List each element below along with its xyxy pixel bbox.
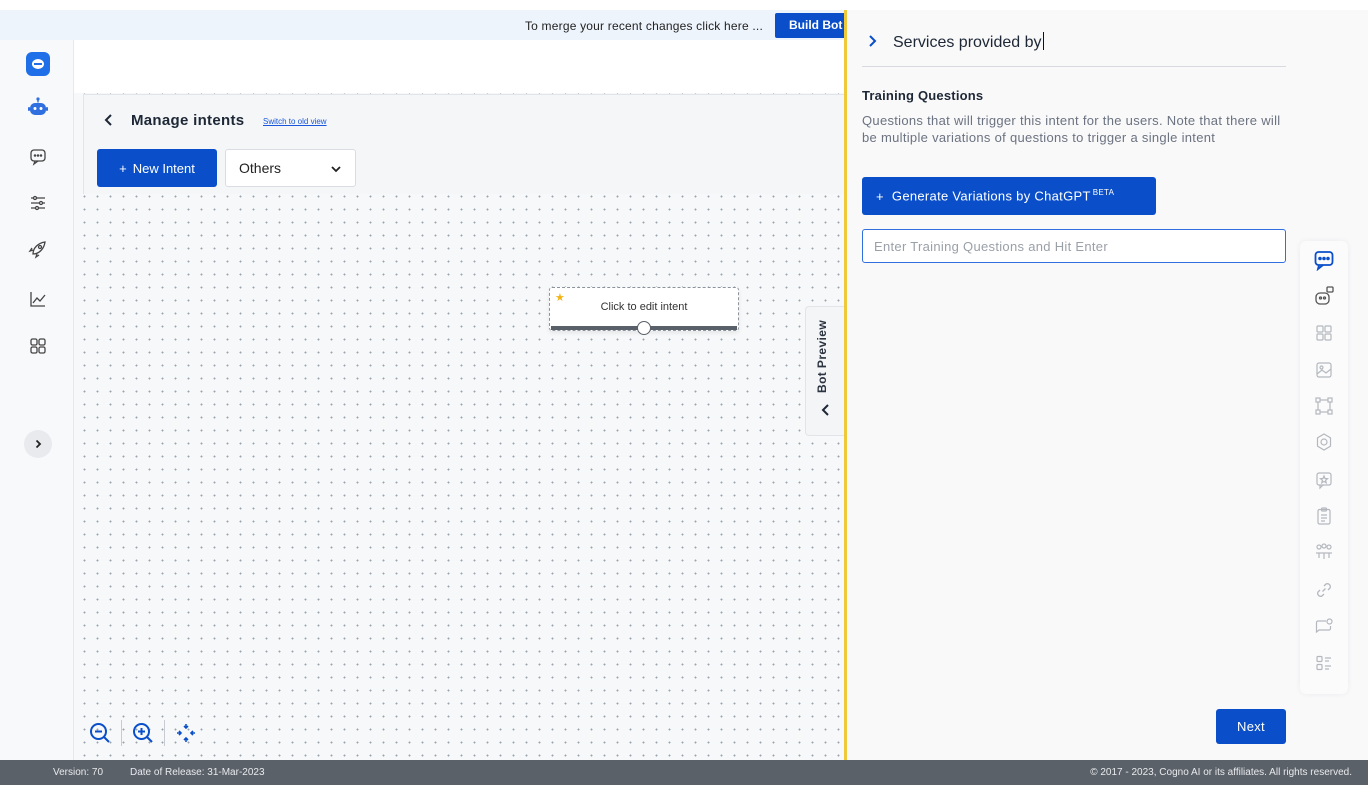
switch-old-view-link[interactable]: Switch to old view [263, 117, 327, 126]
crop-icon[interactable] [1313, 395, 1335, 417]
left-sidebar [0, 40, 74, 760]
settings-icon[interactable] [1313, 431, 1335, 453]
zoom-out-icon[interactable] [85, 718, 115, 748]
next-button[interactable]: Next [1216, 709, 1286, 744]
clipboard-icon[interactable] [1313, 505, 1335, 527]
plus-icon: + [876, 188, 884, 204]
chat-icon[interactable] [27, 146, 49, 168]
zoom-controls [85, 716, 201, 750]
bot-preview-label: Bot Preview [815, 319, 829, 393]
training-questions-title: Training Questions [862, 88, 984, 103]
zoom-in-icon[interactable] [128, 718, 158, 748]
app-root: To merge your recent changes click here … [0, 0, 1368, 785]
response-tool-rail [1300, 241, 1348, 694]
release-date-text: Date of Release: 31-Mar-2023 [130, 767, 265, 778]
generate-variations-label: Generate Variations by ChatGPT [891, 188, 1091, 204]
list-icon[interactable] [1313, 652, 1335, 674]
merge-message-link[interactable]: To merge your recent changes click here … [525, 19, 763, 33]
bot-preview-toggle[interactable]: Bot Preview [805, 306, 846, 436]
intent-node-connector[interactable] [637, 321, 651, 335]
grid-icon[interactable] [1313, 322, 1335, 344]
build-bot-button[interactable]: Build Bot [775, 13, 846, 38]
intent-node[interactable]: ★ Click to edit intent [549, 287, 739, 335]
collapse-panel-icon[interactable] [866, 33, 880, 54]
divider-line [862, 66, 1286, 67]
link-icon[interactable] [1313, 579, 1335, 601]
training-question-input[interactable] [862, 229, 1286, 263]
category-value: Others [239, 160, 282, 176]
bot-icon[interactable] [27, 96, 49, 118]
message-icon[interactable] [1313, 249, 1335, 271]
bot-card-icon[interactable] [1313, 285, 1335, 307]
fit-view-icon[interactable] [171, 718, 201, 748]
zoom-separator [164, 720, 165, 746]
rocket-icon[interactable] [27, 238, 49, 260]
team-icon[interactable] [1313, 541, 1335, 563]
merge-bar: To merge your recent changes click here … [0, 10, 846, 40]
generate-variations-button[interactable]: + Generate Variations by ChatGPT BETA [862, 177, 1156, 215]
chevron-left-icon [821, 404, 829, 416]
category-select[interactable]: Others [225, 149, 356, 187]
sliders-icon[interactable] [27, 192, 49, 214]
analytics-icon[interactable] [27, 288, 49, 310]
zoom-separator [121, 720, 122, 746]
notification-icon[interactable] [1313, 616, 1335, 638]
copyright-text: © 2017 - 2023, Cogno AI or its affiliate… [1090, 767, 1352, 778]
image-icon[interactable] [1313, 359, 1335, 381]
new-intent-label: New Intent [132, 160, 195, 176]
page-title: Manage intents [131, 112, 245, 129]
chevron-right-icon [35, 439, 42, 449]
generate-label-wrap: Generate Variations by ChatGPT BETA [892, 188, 1114, 203]
training-questions-description: Questions that will trigger this intent … [862, 113, 1281, 145]
expand-sidebar-button[interactable] [24, 430, 52, 458]
footer: Version: 70 Date of Release: 31-Mar-2023… [0, 760, 1368, 785]
plus-icon: + [119, 160, 127, 176]
back-icon[interactable] [100, 110, 118, 130]
chevron-down-icon [331, 166, 341, 173]
new-intent-button[interactable]: + New Intent [97, 149, 217, 187]
intent-node-label: Click to edit intent [600, 301, 688, 313]
beta-badge: BETA [1092, 188, 1115, 198]
apps-icon[interactable] [27, 335, 49, 357]
intent-name-input[interactable]: Services provided by [893, 32, 1044, 52]
version-text: Version: 70 [53, 767, 104, 778]
feedback-icon[interactable] [1313, 469, 1335, 491]
logo-icon[interactable] [26, 52, 50, 76]
top-strip [0, 0, 1368, 10]
